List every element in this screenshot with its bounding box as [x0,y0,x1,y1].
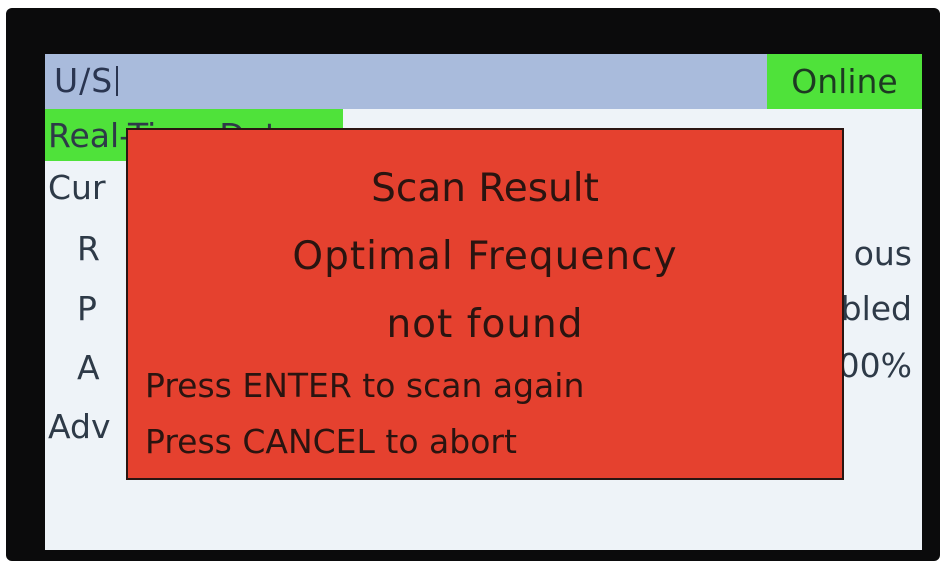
display-screen: U/S Online Real-Time Data Cur R P A Adv … [45,54,922,550]
menu-item-sub-p[interactable]: P [77,289,97,328]
title-bar: U/S Online [45,54,922,109]
menu-value-state: bled [840,289,912,328]
menu-value-mode: ous [853,234,912,273]
device-bezel: U/S Online Real-Time Data Cur R P A Adv … [6,8,940,561]
device-photo: U/S Online Real-Time Data Cur R P A Adv … [0,0,948,569]
dialog-title: Scan Result [371,166,599,211]
text-cursor [116,66,119,96]
menu-item-sub-r[interactable]: R [77,229,100,268]
menu-item-advanced[interactable]: Adv [48,407,110,446]
status-badge: Online [767,54,922,109]
dialog-message-line2: not found [386,302,584,347]
menu-item-sub-a[interactable]: A [77,348,100,387]
dialog-message-line1: Optimal Frequency [292,234,678,279]
screen-title: U/S [54,61,119,100]
cancel-instruction: Press CANCEL to abort [145,422,517,461]
scan-result-dialog: Scan Result Optimal Frequency not found … [126,128,844,480]
menu-item-current[interactable]: Cur [48,168,106,207]
screen-title-text: U/S [54,61,114,100]
menu-value-percent: 00% [838,346,912,385]
enter-instruction: Press ENTER to scan again [145,366,585,405]
